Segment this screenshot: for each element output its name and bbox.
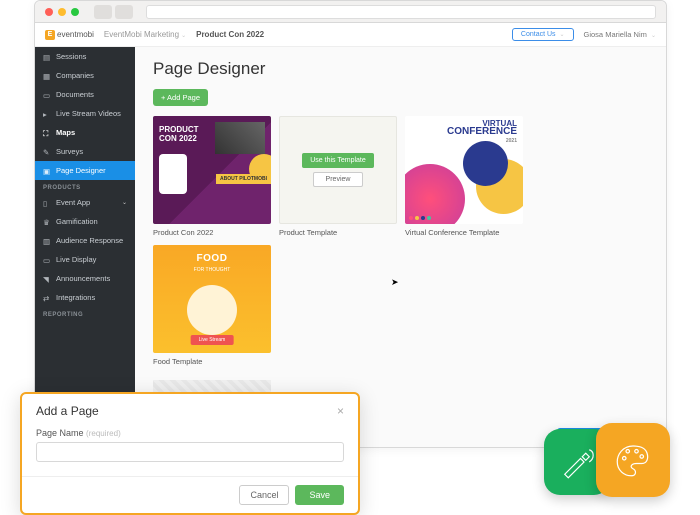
sidebar-item-livestream[interactable]: ▸ Live Stream Videos bbox=[35, 104, 135, 123]
sidebar-item-live-display[interactable]: ▭ Live Display bbox=[35, 250, 135, 269]
sidebar-item-label: Live Stream Videos bbox=[56, 109, 121, 118]
breadcrumb-org[interactable]: EventMobi Marketing⌄ bbox=[104, 30, 186, 39]
document-icon: ▭ bbox=[43, 91, 51, 99]
building-icon: ▦ bbox=[43, 72, 51, 80]
card-thumb: FOOD FOR THOUGHT Live Stream bbox=[153, 245, 271, 353]
card-food-template[interactable]: FOOD FOR THOUGHT Live Stream Food Templa… bbox=[153, 245, 271, 366]
card-label: Product Template bbox=[279, 228, 397, 237]
card-virtual-conference[interactable]: VIRTUALCONFERENCE2021 Virtual Conference… bbox=[405, 116, 523, 237]
clipboard-icon: ✎ bbox=[43, 148, 51, 156]
sidebar-item-label: Companies bbox=[56, 71, 94, 80]
template-cards: PRODUCTCON 2022 ABOUT PILOTMOBI Product … bbox=[153, 116, 648, 366]
sidebar-item-label: Surveys bbox=[56, 147, 83, 156]
user-menu[interactable]: Giosa Mariella Nim ⌄ bbox=[584, 30, 656, 39]
traffic-lights bbox=[45, 8, 79, 16]
minimize-window-icon[interactable] bbox=[58, 8, 66, 16]
sidebar-item-label: Gamification bbox=[56, 217, 98, 226]
close-icon[interactable]: × bbox=[337, 404, 344, 418]
add-page-modal: Add a Page × Page Name (required) Cancel… bbox=[20, 392, 360, 515]
sidebar-item-surveys[interactable]: ✎ Surveys bbox=[35, 142, 135, 161]
trophy-icon: ♛ bbox=[43, 218, 51, 226]
maximize-window-icon[interactable] bbox=[71, 8, 79, 16]
address-bar[interactable] bbox=[146, 5, 656, 19]
sidebar-item-integrations[interactable]: ⇄ Integrations bbox=[35, 288, 135, 307]
sidebar-item-label: Audience Response bbox=[56, 236, 123, 245]
sidebar-item-documents[interactable]: ▭ Documents bbox=[35, 85, 135, 104]
sidebar-item-label: Page Designer bbox=[56, 166, 106, 175]
close-window-icon[interactable] bbox=[45, 8, 53, 16]
page-icon: ▣ bbox=[43, 167, 51, 175]
sidebar-item-label: Live Display bbox=[56, 255, 96, 264]
chevron-down-icon: ⌄ bbox=[181, 33, 186, 39]
sidebar-item-sessions[interactable]: ▤ Sessions bbox=[35, 47, 135, 66]
map-icon: ⛶ bbox=[43, 129, 51, 137]
sidebar-item-event-app[interactable]: ▯ Event App ⌄ bbox=[35, 193, 135, 212]
sidebar-item-maps[interactable]: ⛶ Maps bbox=[35, 123, 135, 142]
save-button[interactable]: Save bbox=[295, 485, 344, 505]
logo[interactable]: E eventmobi bbox=[45, 30, 94, 40]
sidebar-item-gamification[interactable]: ♛ Gamification bbox=[35, 212, 135, 231]
nav-arrows bbox=[94, 5, 133, 19]
card-thumb: Use this Template Preview bbox=[279, 116, 397, 224]
chart-icon: ▥ bbox=[43, 237, 51, 245]
use-template-button[interactable]: Use this Template bbox=[302, 153, 374, 168]
add-page-button[interactable]: + Add Page bbox=[153, 89, 208, 106]
browser-chrome bbox=[35, 1, 666, 23]
footer-icons bbox=[544, 423, 670, 497]
sidebar-section-reporting: REPORTING bbox=[35, 307, 135, 320]
video-icon: ▸ bbox=[43, 110, 51, 118]
card-label: Food Template bbox=[153, 357, 271, 366]
preview-button[interactable]: Preview bbox=[313, 172, 364, 187]
phone-icon: ▯ bbox=[43, 199, 51, 207]
sidebar-item-announcements[interactable]: ◥ Announcements bbox=[35, 269, 135, 288]
app-header: E eventmobi EventMobi Marketing⌄ Product… bbox=[35, 23, 666, 47]
app-body: ▤ Sessions ▦ Companies ▭ Documents ▸ Live St… bbox=[35, 47, 666, 447]
card-thumb: PRODUCTCON 2022 ABOUT PILOTMOBI bbox=[153, 116, 271, 224]
chevron-down-icon: ⌄ bbox=[559, 32, 564, 38]
sidebar-item-label: Documents bbox=[56, 90, 94, 99]
main-content: Page Designer + Add Page PRODUCTCON 2022… bbox=[135, 47, 666, 447]
card-thumb: VIRTUALCONFERENCE2021 bbox=[405, 116, 523, 224]
sidebar-section-products: PRODUCTS bbox=[35, 180, 135, 193]
sidebar-item-page-designer[interactable]: ▣ Page Designer bbox=[35, 161, 135, 180]
page-name-input[interactable] bbox=[36, 442, 344, 462]
sidebar: ▤ Sessions ▦ Companies ▭ Documents ▸ Live St… bbox=[35, 47, 135, 447]
monitor-icon: ▭ bbox=[43, 256, 51, 264]
sidebar-item-label: Maps bbox=[56, 128, 75, 137]
contact-us-button[interactable]: Contact Us ⌄ bbox=[512, 28, 574, 41]
palette-icon[interactable] bbox=[596, 423, 670, 497]
modal-title: Add a Page bbox=[36, 404, 99, 418]
forward-button[interactable] bbox=[115, 5, 133, 19]
sidebar-item-label: Sessions bbox=[56, 52, 86, 61]
card-product-con[interactable]: PRODUCTCON 2022 ABOUT PILOTMOBI Product … bbox=[153, 116, 271, 237]
sidebar-item-label: Event App bbox=[56, 198, 90, 207]
breadcrumb-event[interactable]: Product Con 2022 bbox=[196, 30, 264, 39]
page-name-label: Page Name (required) bbox=[36, 428, 344, 438]
logo-icon: E bbox=[45, 30, 55, 40]
sidebar-item-audience-response[interactable]: ▥ Audience Response bbox=[35, 231, 135, 250]
browser-window: E eventmobi EventMobi Marketing⌄ Product… bbox=[34, 0, 667, 448]
chevron-down-icon: ⌄ bbox=[122, 199, 127, 206]
sidebar-item-label: Integrations bbox=[56, 293, 95, 302]
sidebar-item-label: Announcements bbox=[56, 274, 110, 283]
page-title: Page Designer bbox=[153, 59, 648, 79]
back-button[interactable] bbox=[94, 5, 112, 19]
megaphone-icon: ◥ bbox=[43, 275, 51, 283]
logo-text: eventmobi bbox=[57, 30, 94, 39]
sidebar-item-companies[interactable]: ▦ Companies bbox=[35, 66, 135, 85]
plug-icon: ⇄ bbox=[43, 294, 51, 302]
chevron-down-icon: ⌄ bbox=[651, 33, 656, 39]
cancel-button[interactable]: Cancel bbox=[239, 485, 289, 505]
file-icon: ▤ bbox=[43, 53, 51, 61]
card-product-template[interactable]: Use this Template Preview Product Templa… bbox=[279, 116, 397, 237]
card-label: Product Con 2022 bbox=[153, 228, 271, 237]
card-label: Virtual Conference Template bbox=[405, 228, 523, 237]
